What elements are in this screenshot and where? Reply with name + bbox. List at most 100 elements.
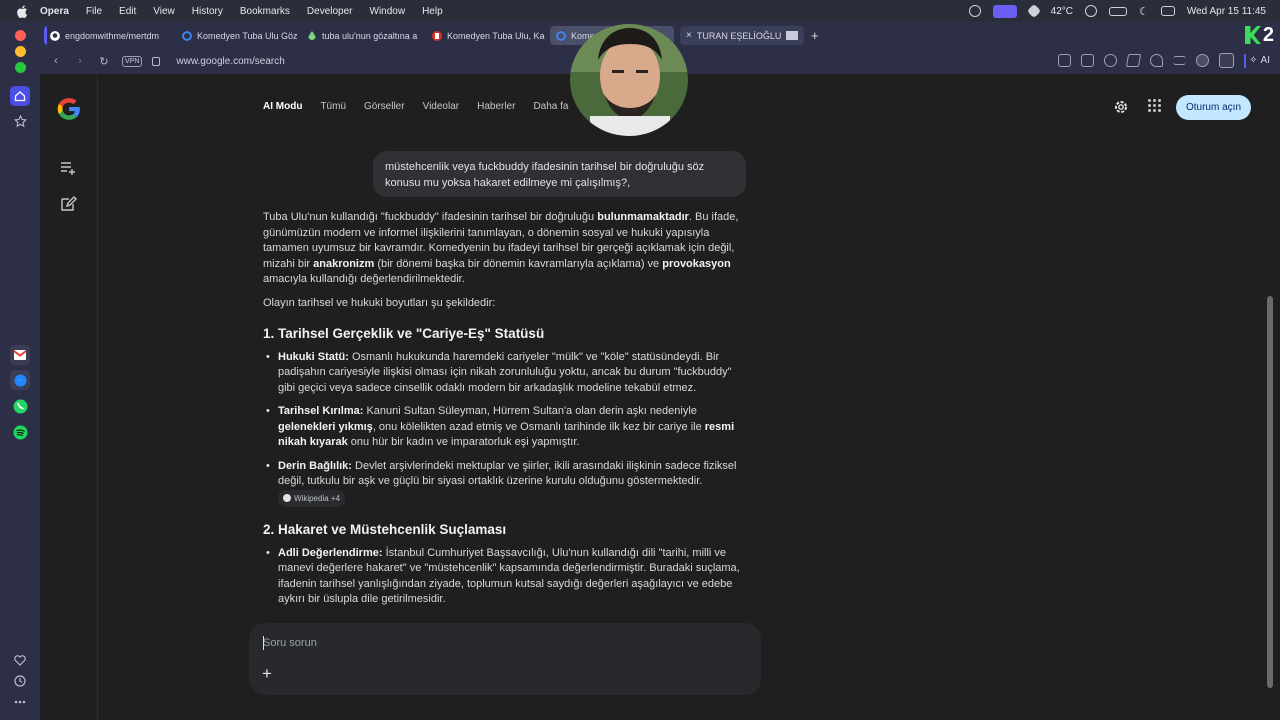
tab-news-b[interactable]: Komedyen Tuba Ulu, Ka [426, 26, 548, 45]
tab-more[interactable]: Daha fa [533, 101, 568, 112]
edit-page-icon[interactable] [1058, 54, 1072, 67]
bullet-text: Kanuni Sultan Süleyman, Hürrem Sultan'a … [363, 405, 697, 417]
whatsapp-icon[interactable] [10, 396, 30, 416]
k2-logo: 2 [1234, 24, 1274, 46]
menu-history[interactable]: History [192, 6, 223, 17]
menu-view[interactable]: View [153, 6, 175, 17]
send-icon[interactable] [1126, 54, 1142, 67]
tab-github[interactable]: engdomwithme/mertdm [44, 26, 174, 45]
intro-bold-2: anakronizm [313, 257, 375, 270]
window-zoom-button[interactable] [15, 62, 26, 73]
source-chip[interactable]: Wikipedia +4 [278, 489, 346, 507]
google-left-rail [40, 74, 98, 720]
list-item: Adli Değerlendirme: İstanbul Cumhuriyet … [263, 546, 747, 608]
messenger-icon[interactable] [10, 370, 30, 390]
battery-icon[interactable] [1108, 6, 1127, 16]
settings-gear-icon[interactable] [1113, 99, 1129, 115]
menu-edit[interactable]: Edit [119, 6, 136, 17]
tab-videos[interactable]: Videolar [423, 101, 460, 112]
creative-cloud-icon[interactable] [968, 5, 981, 17]
tab-images[interactable]: Görseller [364, 101, 405, 112]
lock-icon[interactable] [152, 56, 161, 66]
menu-help[interactable]: Help [422, 6, 443, 17]
tab-drop[interactable]: tuba ulu'nun gözaltına a [301, 26, 423, 45]
back-arrow-icon[interactable]: ‹ [48, 53, 64, 69]
sparkle-icon: ✧ [1249, 55, 1258, 66]
ai-answer: Tuba Ulu'nun kullandığı "fuckbuddy" ifad… [263, 210, 747, 624]
temperature-readout[interactable]: 42°C [1051, 6, 1073, 17]
new-chat-icon[interactable] [59, 195, 77, 213]
ask-placeholder[interactable]: Soru sorun [263, 637, 317, 649]
flag-icon [786, 31, 798, 40]
star-icon[interactable] [10, 111, 30, 131]
play-icon[interactable] [1084, 5, 1097, 17]
vpn-badge[interactable]: VPN [122, 55, 143, 67]
bullet-text: , onu kölelikten azad etmiş ve Osmanlı t… [372, 420, 705, 433]
google-search-tabs: AI Modu Tümü Görseller Videolar Haberler… [263, 101, 568, 112]
url-field[interactable]: www.google.com/search [176, 56, 284, 67]
apple-icon[interactable] [14, 3, 30, 19]
favorite-icon[interactable] [1150, 54, 1164, 67]
tab-turan[interactable]: × TURAN EŞELİOĞLU [680, 26, 804, 45]
menu-window[interactable]: Window [370, 6, 406, 17]
screen-recorder-icon[interactable] [992, 4, 1017, 18]
translate-icon[interactable] [1104, 54, 1118, 67]
google-logo-icon[interactable] [56, 96, 82, 122]
window-close-button[interactable] [15, 30, 26, 41]
bullet-title: Hukuki Statü: [278, 350, 349, 363]
tab-google-1[interactable]: Komedyen Tuba Ulu Göz [176, 26, 298, 45]
history-clock-icon[interactable] [10, 671, 30, 691]
ask-input-box[interactable]: Soru sorun + [249, 623, 761, 695]
intro-text-1: Tuba Ulu'nun kullandığı "fuckbuddy" ifad… [263, 211, 598, 223]
answer-intro: Tuba Ulu'nun kullandığı "fuckbuddy" ifad… [263, 210, 747, 288]
home-icon[interactable] [10, 86, 30, 106]
section-1-list: Hukuki Statü: Osmanlı hukukunda haremdek… [263, 350, 747, 507]
tab-label: Komedyen Tuba Ulu, Ka [447, 30, 545, 41]
heart-icon[interactable] [10, 650, 30, 670]
menu-developer[interactable]: Developer [307, 6, 353, 17]
apps-grid-icon[interactable] [1148, 99, 1162, 113]
webcam-overlay [570, 24, 688, 136]
k2-number: 2 [1262, 23, 1274, 46]
menu-file[interactable]: File [86, 6, 102, 17]
ai-button[interactable]: ✧ AI [1244, 53, 1270, 68]
window-minimize-button[interactable] [15, 46, 26, 57]
intro-bold-1: bulunmamaktadır [597, 211, 689, 223]
page-scrollbar[interactable] [1267, 296, 1273, 688]
drop-icon [308, 30, 316, 40]
tab-news[interactable]: Haberler [477, 101, 515, 112]
clock[interactable]: Wed Apr 15 11:45 [1187, 6, 1266, 17]
list-item: Hukuki Statü: Osmanlı hukukunda haremdek… [263, 350, 747, 397]
cube-icon[interactable] [1219, 53, 1235, 68]
forward-arrow-icon[interactable]: › [72, 53, 88, 69]
macos-menubar: Opera File Edit View History Bookmarks D… [0, 0, 1280, 22]
gmail-icon[interactable] [10, 345, 30, 365]
menu-bookmarks[interactable]: Bookmarks [240, 6, 290, 17]
ai-label: AI [1260, 55, 1270, 66]
tab-label: engdomwithme/mertdm [65, 30, 160, 41]
close-icon[interactable]: × [686, 30, 692, 41]
camera-icon[interactable] [1081, 54, 1095, 67]
opera-sidebar [0, 22, 40, 720]
bullet-title: Derin Bağlılık: [278, 459, 352, 472]
control-center-icon[interactable] [1160, 6, 1175, 16]
google-icon [556, 30, 566, 41]
tab-label: tuba ulu'nun gözaltına a [322, 30, 418, 41]
profile-icon[interactable] [1196, 54, 1210, 67]
reload-icon[interactable]: ↻ [96, 53, 112, 69]
menu-app-name[interactable]: Opera [40, 6, 69, 17]
add-to-list-icon[interactable] [59, 158, 77, 176]
moon-icon[interactable]: ☾ [1139, 5, 1149, 18]
github-icon [50, 30, 60, 41]
section-2-heading: 2. Hakaret ve Müstehcenlik Suçlaması [263, 522, 507, 537]
more-options-icon[interactable] [10, 692, 30, 712]
vpn-status-icon[interactable] [1026, 3, 1041, 19]
tab-all[interactable]: Tümü [320, 101, 346, 112]
spotify-icon[interactable] [10, 422, 30, 442]
new-tab-button[interactable]: + [807, 26, 827, 45]
add-attachment-button[interactable]: + [262, 664, 272, 684]
list-item: Tarihsel Kırılma: Kanuni Sultan Süleyman… [263, 404, 747, 451]
sign-in-button[interactable]: Oturum açın [1176, 95, 1251, 120]
tab-ai-mode[interactable]: AI Modu [263, 101, 302, 112]
menu-lines-icon[interactable] [1173, 56, 1187, 65]
